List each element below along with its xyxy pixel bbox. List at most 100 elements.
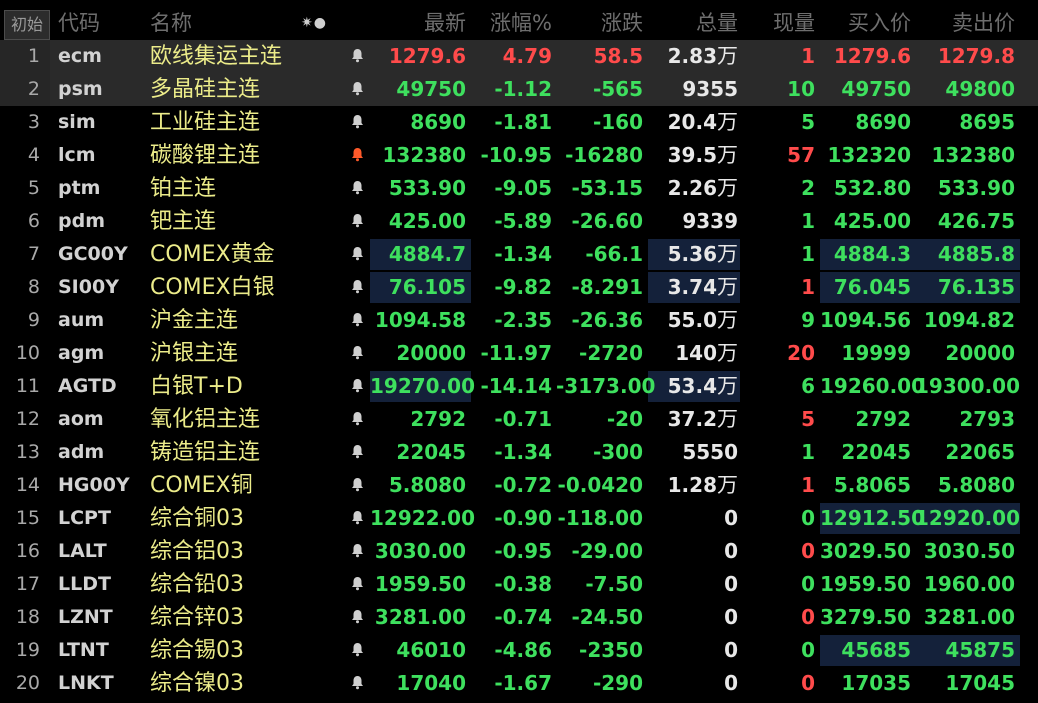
contract-name[interactable]: 工业硅主连 (150, 106, 345, 139)
contract-code[interactable]: ptm (58, 172, 148, 205)
col-header-vol[interactable]: 总量 (648, 7, 738, 40)
table-row[interactable]: 13 adm 铸造铝主连 22045 -1.34 -300 5550 1 22045 22065 (0, 436, 1038, 469)
contract-name[interactable]: COMEX黄金 (150, 238, 345, 271)
init-button[interactable]: 初始 (4, 10, 50, 40)
bell-icon[interactable] (348, 238, 366, 271)
table-row[interactable]: 16 LALT 综合铝03 3030.00 -0.95 -29.00 0 0 3029.50 30… (0, 535, 1038, 568)
contract-name[interactable]: 综合锌03 (150, 601, 345, 634)
contract-name[interactable]: 综合铅03 (150, 568, 345, 601)
bid-price: 3279.50 (820, 605, 912, 629)
table-row[interactable]: 18 LZNT 综合锌03 3281.00 -0.74 -24.50 0 0 3279.50 32… (0, 601, 1038, 634)
total-volume: 0 (648, 601, 738, 634)
total-volume: 37.2万 (648, 403, 738, 436)
table-row[interactable]: 11 AGTD 白银T+D 19270.00 -14.14 -3173.00 53.4万 6 1… (0, 370, 1038, 403)
total-volume: 5.36万 (648, 238, 738, 271)
bell-icon[interactable] (348, 535, 366, 568)
contract-code[interactable]: LALT (58, 535, 148, 568)
gear-icon[interactable]: ✷ (301, 15, 314, 31)
table-row[interactable]: 9 aum 沪金主连 1094.58 -2.35 -26.36 55.0万 9 1094.56 1… (0, 304, 1038, 337)
bell-icon[interactable] (348, 106, 366, 139)
row-number: 2 (27, 78, 40, 100)
contract-code[interactable]: LZNT (58, 601, 148, 634)
bell-icon[interactable] (348, 436, 366, 469)
bell-icon[interactable] (348, 601, 366, 634)
table-row[interactable]: 17 LLDT 综合铅03 1959.50 -0.38 -7.50 0 0 1959.50 196… (0, 568, 1038, 601)
table-row[interactable]: 1 ecm 欧线集运主连 1279.6 4.79 58.5 2.83万 1 1279.6 1279… (0, 40, 1038, 73)
bell-icon[interactable] (348, 469, 366, 502)
contract-name[interactable]: 氧化铝主连 (150, 403, 345, 436)
contract-code[interactable]: HG00Y (58, 469, 148, 502)
bell-icon[interactable] (348, 568, 366, 601)
contract-name[interactable]: 综合镍03 (150, 667, 345, 700)
table-row[interactable]: 7 GC00Y COMEX黄金 4884.7 -1.34 -66.1 5.36万 1 4884.… (0, 238, 1038, 271)
table-row[interactable]: 5 ptm 铂主连 533.90 -9.05 -53.15 2.26万 2 532.80 533.… (0, 172, 1038, 205)
contract-code[interactable]: pdm (58, 205, 148, 238)
bell-icon[interactable] (348, 667, 366, 700)
col-header-bid[interactable]: 买入价 (820, 7, 911, 40)
bell-icon[interactable] (348, 139, 366, 172)
col-header-pct[interactable]: 涨幅% (472, 7, 552, 40)
contract-code[interactable]: LTNT (58, 634, 148, 667)
table-row[interactable]: 2 psm 多晶硅主连 49750 -1.12 -565 9355 10 49750 49800 (0, 73, 1038, 106)
bell-icon[interactable] (348, 370, 366, 403)
col-header-latest[interactable]: 最新 (370, 7, 466, 40)
bell-icon[interactable] (348, 172, 366, 205)
col-header-chg[interactable]: 涨跌 (556, 7, 643, 40)
contract-code[interactable]: GC00Y (58, 238, 148, 271)
contract-code[interactable]: aum (58, 304, 148, 337)
column-settings[interactable]: ✷● (296, 7, 332, 40)
bell-icon[interactable] (348, 403, 366, 436)
bell-icon[interactable] (348, 337, 366, 370)
bell-icon[interactable] (348, 40, 366, 73)
table-row[interactable]: 19 LTNT 综合锡03 46010 -4.86 -2350 0 0 45685 45875 (0, 634, 1038, 667)
contract-name[interactable]: 沪银主连 (150, 337, 345, 370)
table-row[interactable]: 12 aom 氧化铝主连 2792 -0.71 -20 37.2万 5 2792 2793 (0, 403, 1038, 436)
contract-name[interactable]: 综合铜03 (150, 502, 345, 535)
contract-name[interactable]: 综合锡03 (150, 634, 345, 667)
bell-icon[interactable] (348, 271, 366, 304)
bell-icon[interactable] (348, 634, 366, 667)
bell-icon[interactable] (348, 304, 366, 337)
contract-code[interactable]: ecm (58, 40, 148, 73)
col-header-ask[interactable]: 卖出价 (915, 7, 1015, 40)
bell-icon[interactable] (348, 502, 366, 535)
table-row[interactable]: 20 LNKT 综合镍03 17040 -1.67 -290 0 0 17035 17045 (0, 667, 1038, 700)
contract-code[interactable]: LNKT (58, 667, 148, 700)
table-row[interactable]: 14 HG00Y COMEX铜 5.8080 -0.72 -0.0420 1.28万 1 5.8… (0, 469, 1038, 502)
col-header-cur[interactable]: 现量 (750, 7, 815, 40)
change-amount: -24.50 (571, 605, 643, 629)
contract-code[interactable]: SI00Y (58, 271, 148, 304)
contract-name[interactable]: COMEX铜 (150, 469, 345, 502)
col-header-name[interactable]: 名称 (150, 7, 192, 40)
contract-code[interactable]: psm (58, 73, 148, 106)
bell-icon[interactable] (348, 73, 366, 106)
contract-name[interactable]: 铂主连 (150, 172, 345, 205)
contract-name[interactable]: 综合铝03 (150, 535, 345, 568)
contract-name[interactable]: 多晶硅主连 (150, 73, 345, 106)
contract-code[interactable]: LCPT (58, 502, 148, 535)
table-row[interactable]: 3 sim 工业硅主连 8690 -1.81 -160 20.4万 5 8690 8695 (0, 106, 1038, 139)
table-row[interactable]: 15 LCPT 综合铜03 12922.00 -0.90 -118.00 0 0 12912.5… (0, 502, 1038, 535)
bell-icon[interactable] (348, 205, 366, 238)
col-header-code[interactable]: 代码 (58, 7, 100, 40)
contract-name[interactable]: 欧线集运主连 (150, 40, 345, 73)
bid-price: 2792 (855, 407, 911, 431)
contract-name[interactable]: 碳酸锂主连 (150, 139, 345, 172)
table-row[interactable]: 4 lcm 碳酸锂主连 132380 -10.95 -16280 39.5万 57 132320… (0, 139, 1038, 172)
change-percent: -4.86 (494, 638, 552, 662)
contract-name[interactable]: 铸造铝主连 (150, 436, 345, 469)
contract-code[interactable]: AGTD (58, 370, 148, 403)
table-row[interactable]: 6 pdm 钯主连 425.00 -5.89 -26.60 9339 1 425.00 426.7… (0, 205, 1038, 238)
contract-name[interactable]: 白银T+D (150, 370, 345, 403)
contract-code[interactable]: agm (58, 337, 148, 370)
contract-name[interactable]: 钯主连 (150, 205, 345, 238)
contract-name[interactable]: 沪金主连 (150, 304, 345, 337)
contract-code[interactable]: adm (58, 436, 148, 469)
contract-code[interactable]: sim (58, 106, 148, 139)
table-row[interactable]: 8 SI00Y COMEX白银 76.105 -9.82 -8.291 3.74万 1 76.0… (0, 271, 1038, 304)
contract-code[interactable]: aom (58, 403, 148, 436)
table-row[interactable]: 10 agm 沪银主连 20000 -11.97 -2720 140万 20 19999 2000… (0, 337, 1038, 370)
contract-code[interactable]: lcm (58, 139, 148, 172)
contract-name[interactable]: COMEX白银 (150, 271, 345, 304)
contract-code[interactable]: LLDT (58, 568, 148, 601)
